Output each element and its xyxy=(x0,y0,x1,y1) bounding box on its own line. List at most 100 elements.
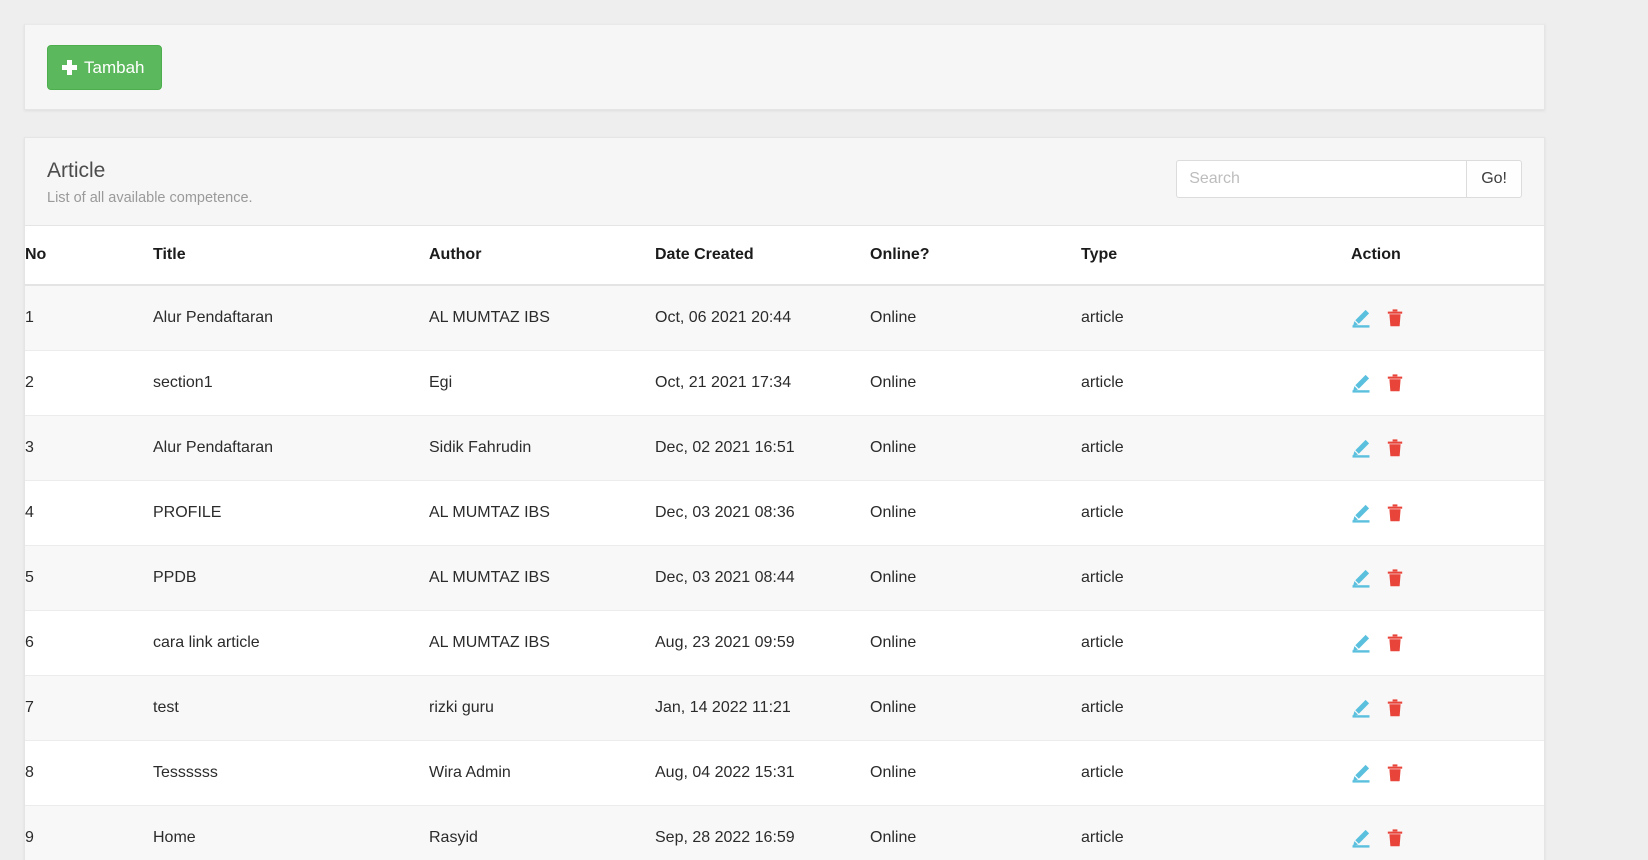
toolbar-card: Tambah xyxy=(24,24,1545,110)
cell-title: Alur Pendaftaran xyxy=(153,284,429,351)
cell-type: article xyxy=(1081,739,1351,806)
cell-action xyxy=(1351,349,1544,416)
column-header-type[interactable]: Type xyxy=(1081,225,1351,286)
trash-delete-icon[interactable] xyxy=(1387,568,1403,587)
table-row: 5 PPDB AL MUMTAZ IBS Dec, 03 2021 08:44 Onli… xyxy=(25,544,1544,611)
cell-online-status: Online xyxy=(870,479,1081,546)
table-row: 2 section1 Egi Oct, 21 2021 17:34 Online arti… xyxy=(25,349,1544,416)
table-header: No Title Author Date Created Online? Typ… xyxy=(25,225,1544,286)
plus-icon xyxy=(62,60,77,75)
row-actions xyxy=(1351,698,1534,718)
pencil-edit-icon[interactable] xyxy=(1351,373,1371,393)
column-header-date-created[interactable]: Date Created xyxy=(655,225,870,286)
add-button-label: Tambah xyxy=(84,58,145,77)
cell-type: article xyxy=(1081,674,1351,741)
cell-action xyxy=(1351,674,1544,741)
content-wrapper: Tambah Article List of all available com… xyxy=(24,24,1545,860)
trash-delete-icon[interactable] xyxy=(1387,438,1403,457)
table-row: 4 PROFILE AL MUMTAZ IBS Dec, 03 2021 08:36 O… xyxy=(25,479,1544,546)
row-actions xyxy=(1351,438,1534,458)
cell-no: 2 xyxy=(25,349,153,416)
pencil-edit-icon[interactable] xyxy=(1351,828,1371,848)
cell-author: Wira Admin xyxy=(429,739,655,806)
cell-date-created: Dec, 03 2021 08:36 xyxy=(655,479,870,546)
cell-title: section1 xyxy=(153,349,429,416)
trash-delete-icon[interactable] xyxy=(1387,308,1403,327)
pencil-edit-icon[interactable] xyxy=(1351,438,1371,458)
cell-online-status: Online xyxy=(870,349,1081,416)
cell-author: AL MUMTAZ IBS xyxy=(429,284,655,351)
search-group: Go! xyxy=(1176,160,1522,198)
cell-no: 3 xyxy=(25,414,153,481)
column-header-title[interactable]: Title xyxy=(153,225,429,286)
trash-delete-icon[interactable] xyxy=(1387,633,1403,652)
table-row: 3 Alur Pendaftaran Sidik Fahrudin Dec, 02 2… xyxy=(25,414,1544,481)
cell-online-status: Online xyxy=(870,284,1081,351)
cell-title: Tessssss xyxy=(153,739,429,806)
column-header-online[interactable]: Online? xyxy=(870,225,1081,286)
cell-title: cara link article xyxy=(153,609,429,676)
pencil-edit-icon[interactable] xyxy=(1351,763,1371,783)
cell-date-created: Dec, 02 2021 16:51 xyxy=(655,414,870,481)
cell-online-status: Online xyxy=(870,544,1081,611)
cell-action xyxy=(1351,609,1544,676)
pencil-edit-icon[interactable] xyxy=(1351,308,1371,328)
table-body: 1 Alur Pendaftaran AL MUMTAZ IBS Oct, 06 20… xyxy=(25,284,1544,860)
search-submit-button[interactable]: Go! xyxy=(1466,160,1522,198)
cell-no: 8 xyxy=(25,739,153,806)
row-actions xyxy=(1351,828,1534,848)
pencil-edit-icon[interactable] xyxy=(1351,633,1371,653)
table-row: 7 test rizki guru Jan, 14 2022 11:21 Online a… xyxy=(25,674,1544,741)
cell-date-created: Sep, 28 2022 16:59 xyxy=(655,804,870,860)
cell-action xyxy=(1351,284,1544,351)
cell-author: Rasyid xyxy=(429,804,655,860)
pencil-edit-icon[interactable] xyxy=(1351,568,1371,588)
column-header-action: Action xyxy=(1351,225,1544,286)
column-header-no[interactable]: No xyxy=(25,225,153,286)
cell-type: article xyxy=(1081,284,1351,351)
row-actions xyxy=(1351,503,1534,523)
cell-date-created: Dec, 03 2021 08:44 xyxy=(655,544,870,611)
table-row: 9 Home Rasyid Sep, 28 2022 16:59 Online artic… xyxy=(25,804,1544,860)
pencil-edit-icon[interactable] xyxy=(1351,503,1371,523)
cell-online-status: Online xyxy=(870,739,1081,806)
table-container: No Title Author Date Created Online? Typ… xyxy=(25,225,1544,860)
panel-header: Article List of all available competence… xyxy=(25,138,1544,226)
table-header-row: No Title Author Date Created Online? Typ… xyxy=(25,225,1544,286)
trash-delete-icon[interactable] xyxy=(1387,698,1403,717)
cell-action xyxy=(1351,739,1544,806)
cell-action xyxy=(1351,479,1544,546)
cell-no: 1 xyxy=(25,284,153,351)
cell-online-status: Online xyxy=(870,609,1081,676)
cell-no: 4 xyxy=(25,479,153,546)
cell-author: Sidik Fahrudin xyxy=(429,414,655,481)
column-header-author[interactable]: Author xyxy=(429,225,655,286)
cell-action xyxy=(1351,544,1544,611)
cell-online-status: Online xyxy=(870,414,1081,481)
cell-online-status: Online xyxy=(870,674,1081,741)
cell-no: 6 xyxy=(25,609,153,676)
cell-date-created: Aug, 04 2022 15:31 xyxy=(655,739,870,806)
page-title: Article xyxy=(47,159,106,182)
cell-author: rizki guru xyxy=(429,674,655,741)
trash-delete-icon[interactable] xyxy=(1387,503,1403,522)
search-input[interactable] xyxy=(1176,160,1467,198)
panel-title-block: Article List of all available competence… xyxy=(47,158,253,208)
cell-title: PROFILE xyxy=(153,479,429,546)
table-row: 6 cara link article AL MUMTAZ IBS Aug, 23 2… xyxy=(25,609,1544,676)
trash-delete-icon[interactable] xyxy=(1387,828,1403,847)
add-button[interactable]: Tambah xyxy=(47,45,163,90)
cell-no: 9 xyxy=(25,804,153,860)
trash-delete-icon[interactable] xyxy=(1387,763,1403,782)
table-row: 8 Tessssss Wira Admin Aug, 04 2022 15:31 Onl… xyxy=(25,739,1544,806)
pencil-edit-icon[interactable] xyxy=(1351,698,1371,718)
page-subtitle: List of all available competence. xyxy=(47,190,253,207)
cell-title: PPDB xyxy=(153,544,429,611)
trash-delete-icon[interactable] xyxy=(1387,373,1403,392)
row-actions xyxy=(1351,568,1534,588)
article-panel: Article List of all available competence… xyxy=(24,137,1545,860)
table-row: 1 Alur Pendaftaran AL MUMTAZ IBS Oct, 06 20… xyxy=(25,284,1544,351)
cell-no: 5 xyxy=(25,544,153,611)
cell-date-created: Oct, 06 2021 20:44 xyxy=(655,284,870,351)
cell-action xyxy=(1351,414,1544,481)
